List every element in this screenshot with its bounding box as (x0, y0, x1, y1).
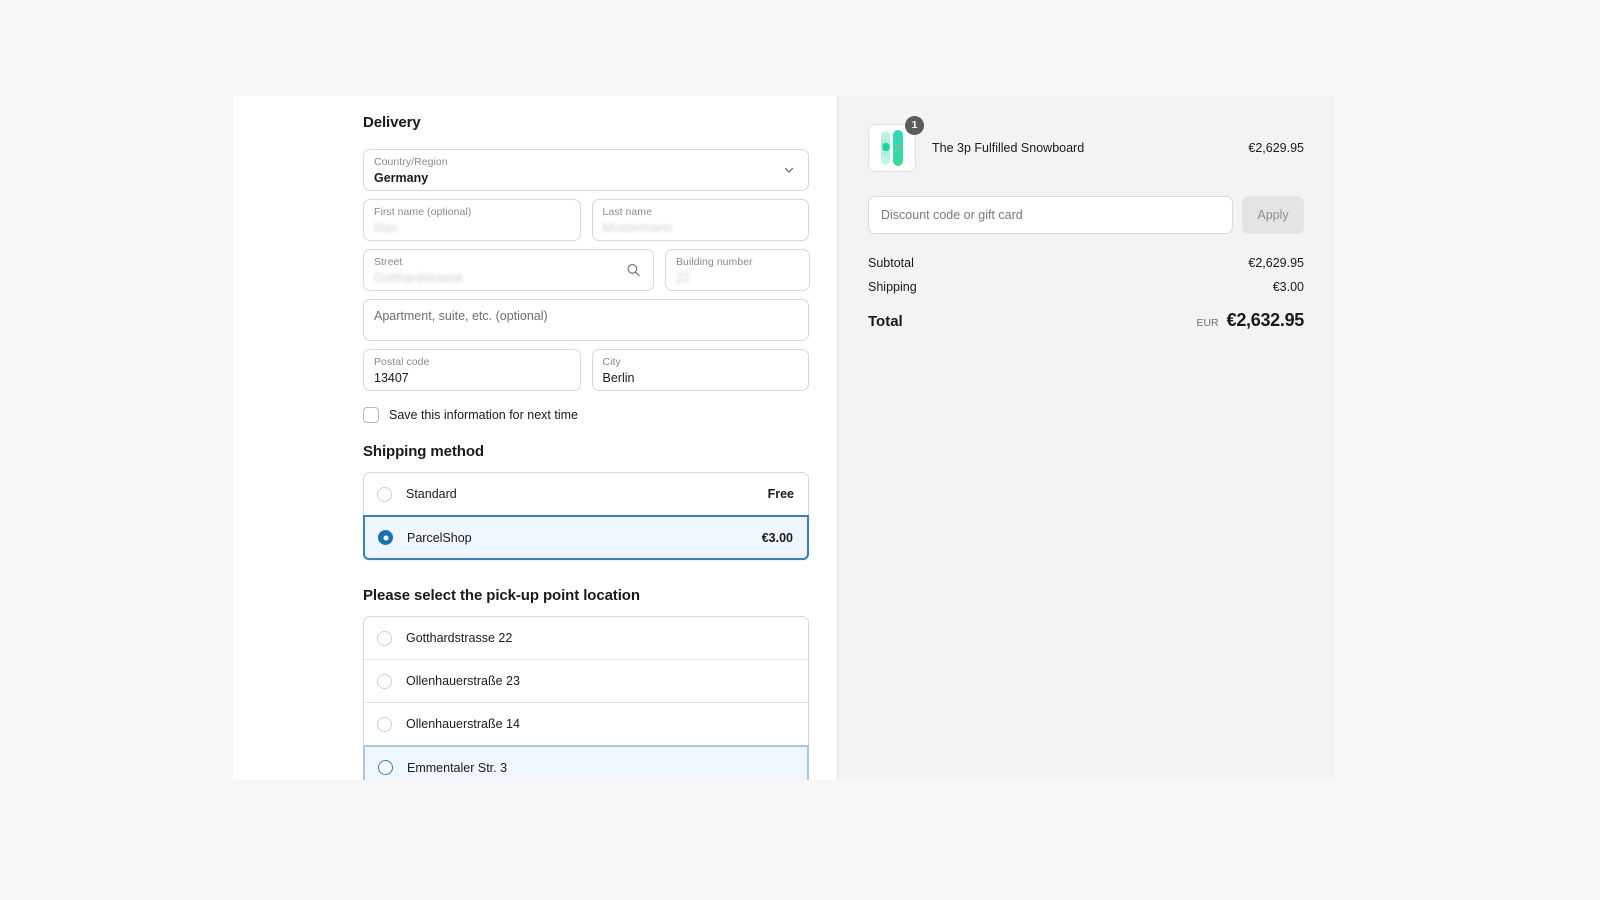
shipping-option-standard-label: Standard (406, 487, 457, 501)
city-value: Berlin (602, 371, 635, 385)
order-line-item: 1 The 3p Fulfilled Snowboard €2,629.95 (868, 116, 1304, 172)
shipping-option-parcelshop[interactable]: ParcelShop €3.00 (363, 515, 809, 560)
street-value: Gotthardstrasse (374, 271, 463, 285)
product-price: €2,629.95 (1248, 141, 1304, 155)
grand-total-value-wrapper: EUR €2,632.95 (1196, 310, 1304, 331)
product-thumbnail-wrapper: 1 (868, 116, 924, 172)
product-name: The 3p Fulfilled Snowboard (932, 141, 1085, 155)
subtotal-value: €2,629.95 (1248, 256, 1304, 270)
first-name-value: Max (374, 221, 398, 235)
pickup-option-1[interactable]: Gotthardstrasse 22 (364, 617, 808, 660)
city-label: City (602, 356, 621, 368)
postal-code-value: 13407 (374, 371, 409, 385)
shipping-option-parcelshop-price: €3.00 (761, 530, 793, 545)
last-name-label: Last name (602, 206, 652, 218)
pickup-option-1-label: Gotthardstrasse 22 (406, 631, 513, 645)
grand-total-currency: EUR (1196, 317, 1219, 329)
page-title: Delivery (363, 114, 421, 131)
last-name-field[interactable]: Last name Mustermann (591, 199, 809, 241)
radio-parcelshop[interactable] (378, 530, 393, 545)
checkout-container: Delivery Country/Region Germany First na… (233, 96, 1334, 780)
radio-pickup-3[interactable] (377, 716, 392, 732)
building-number-field[interactable]: Building number 22 (665, 249, 810, 291)
subtotal-row: Subtotal €2,629.95 (868, 256, 1304, 270)
grand-total-row: Total EUR €2,632.95 (868, 310, 1304, 331)
shipping-option-standard-price: Free (767, 487, 794, 501)
pickup-point-title: Please select the pick-up point location (363, 587, 640, 604)
apply-discount-button[interactable]: Apply (1242, 196, 1304, 234)
delivery-pane: Delivery Country/Region Germany First na… (233, 96, 837, 780)
snowboard-light-icon (881, 131, 890, 165)
grand-total-label: Total (868, 313, 903, 330)
pickup-option-2[interactable]: Ollenhauerstraße 23 (364, 660, 808, 703)
pickup-option-4-label: Emmentaler Str. 3 (407, 760, 508, 775)
country-region-value: Germany (374, 171, 429, 185)
postal-code-label: Postal code (374, 356, 430, 368)
postal-code-field[interactable]: Postal code 13407 (363, 349, 581, 391)
subtotal-label: Subtotal (868, 256, 914, 270)
city-field[interactable]: City Berlin (591, 349, 809, 391)
snowboard-teal-icon (893, 130, 903, 166)
pickup-point-group: Gotthardstrasse 22 Ollenhauerstraße 23 O… (363, 616, 809, 780)
pickup-option-4[interactable]: Emmentaler Str. 3 (363, 745, 809, 780)
pickup-option-3-label: Ollenhauerstraße 14 (406, 717, 520, 731)
shipping-method-title: Shipping method (363, 443, 484, 460)
country-region-label: Country/Region (374, 156, 448, 168)
save-information-checkbox-row[interactable]: Save this information for next time (363, 407, 809, 423)
name-row: First name (optional) Max Last name Must… (363, 199, 809, 241)
discount-code-input[interactable] (868, 196, 1233, 234)
postal-city-row: Postal code 13407 City Berlin (363, 349, 809, 391)
country-region-select[interactable]: Country/Region Germany (363, 149, 809, 191)
apartment-placeholder: Apartment, suite, etc. (optional) (374, 309, 548, 323)
pickup-option-2-label: Ollenhauerstraße 23 (406, 674, 520, 688)
radio-pickup-4[interactable] (378, 760, 393, 775)
street-label: Street (374, 256, 403, 268)
shipping-total-label: Shipping (868, 280, 917, 294)
grand-total-value: €2,632.95 (1226, 310, 1305, 330)
building-number-label: Building number (676, 256, 753, 268)
radio-pickup-1[interactable] (377, 630, 392, 646)
order-summary-pane: 1 The 3p Fulfilled Snowboard €2,629.95 A… (838, 96, 1334, 780)
street-field[interactable]: Street Gotthardstrasse (363, 249, 654, 291)
first-name-label: First name (optional) (374, 206, 472, 218)
pickup-option-3[interactable]: Ollenhauerstraße 14 (364, 703, 808, 746)
last-name-value: Mustermann (602, 221, 672, 235)
building-number-value: 22 (676, 271, 690, 285)
save-information-checkbox[interactable] (363, 407, 379, 423)
discount-row: Apply (868, 196, 1304, 234)
apartment-field[interactable]: Apartment, suite, etc. (optional) (363, 299, 809, 341)
order-totals: Subtotal €2,629.95 Shipping €3.00 Total … (868, 256, 1304, 331)
shipping-option-parcelshop-label: ParcelShop (407, 530, 472, 545)
shipping-total-row: Shipping €3.00 (868, 280, 1304, 294)
save-information-label: Save this information for next time (389, 408, 578, 422)
radio-pickup-2[interactable] (377, 673, 392, 689)
address-form: Country/Region Germany First name (optio… (363, 149, 810, 391)
first-name-field[interactable]: First name (optional) Max (363, 199, 581, 241)
street-row: Street Gotthardstrasse Building number 2… (363, 249, 810, 291)
shipping-method-group: Standard Free ParcelShop €3.00 (363, 472, 809, 560)
shipping-option-standard[interactable]: Standard Free (364, 473, 808, 516)
search-icon[interactable] (626, 263, 641, 278)
shipping-total-value: €3.00 (1272, 280, 1304, 294)
radio-standard[interactable] (377, 486, 392, 502)
quantity-badge: 1 (905, 116, 924, 135)
